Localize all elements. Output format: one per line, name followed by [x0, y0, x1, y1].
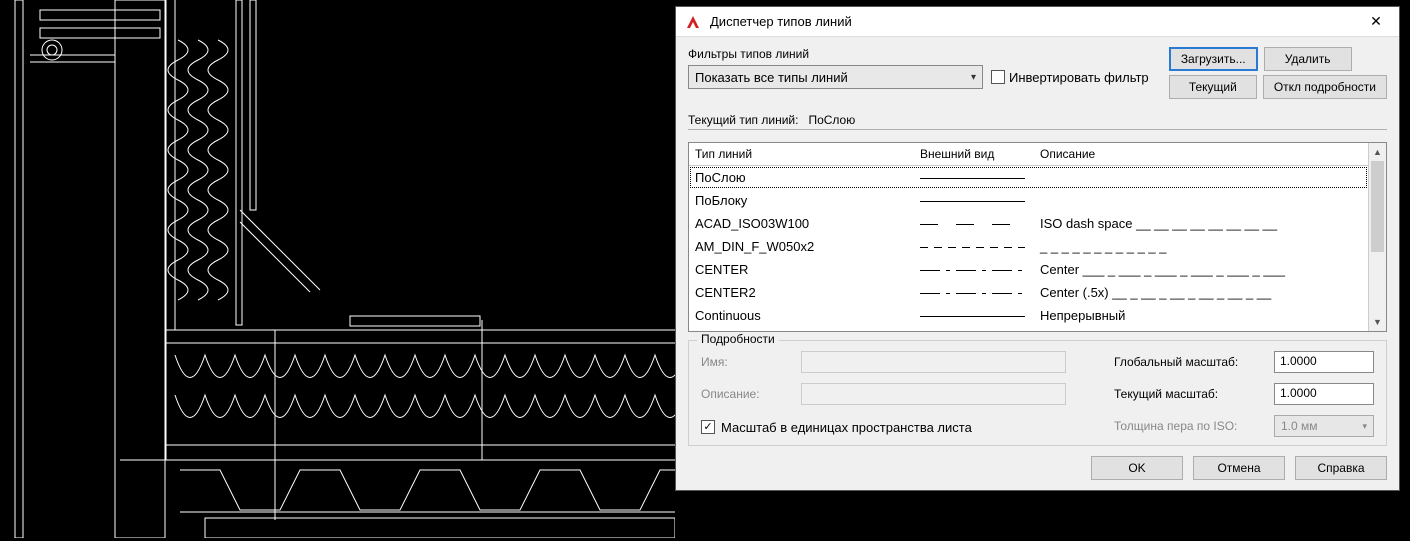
paperspace-label: Масштаб в единицах пространства листа [721, 420, 972, 435]
help-button[interactable]: Справка [1295, 456, 1387, 480]
description-input[interactable] [801, 383, 1066, 405]
paperspace-checkbox[interactable]: ✓ [701, 420, 715, 434]
linetype-name: AM_DIN_F_W050x2 [695, 239, 920, 254]
global-scale-label: Глобальный масштаб: [1114, 355, 1274, 369]
load-button[interactable]: Загрузить... [1169, 47, 1258, 71]
filter-combo-value: Показать все типы линий [695, 70, 848, 85]
current-scale-input[interactable]: 1.0000 [1274, 383, 1374, 405]
table-row[interactable]: ПоСлою [689, 166, 1368, 189]
ok-button[interactable]: OK [1091, 456, 1183, 480]
chevron-down-icon: ▾ [971, 72, 976, 83]
cad-drawing-background [0, 0, 675, 538]
invert-filter-label: Инвертировать фильтр [1009, 70, 1149, 85]
invert-filter-checkbox[interactable]: Инвертировать фильтр [991, 70, 1149, 85]
filter-group-label: Фильтры типов линий [688, 47, 1161, 61]
details-legend: Подробности [697, 332, 779, 346]
scroll-track[interactable] [1369, 161, 1386, 313]
linetype-appearance [920, 171, 1040, 185]
details-group: Подробности Имя: Глобальный масштаб: 1.0… [688, 340, 1387, 446]
filter-combobox[interactable]: Показать все типы линий ▾ [688, 65, 983, 89]
global-scale-input[interactable]: 1.0000 [1274, 351, 1374, 373]
linetype-appearance [920, 309, 1040, 323]
scroll-down-icon[interactable]: ▼ [1369, 313, 1386, 331]
close-button[interactable]: ✕ [1353, 7, 1399, 37]
table-row[interactable]: ACAD_ISO03W100 ISO dash space __ __ __ __… [689, 212, 1368, 235]
table-row[interactable]: CENTER Center ___ _ ___ _ ___ _ ___ _ ___… [689, 258, 1368, 281]
linetype-description: Непрерывный [1040, 308, 1362, 323]
current-linetype-row: Текущий тип линий: ПоСлою [688, 109, 1387, 130]
linetype-name: CENTER2 [695, 285, 920, 300]
linetype-appearance [920, 263, 1040, 277]
linetype-description: ISO dash space __ __ __ __ __ __ __ __ [1040, 216, 1362, 231]
linetype-name: ПоСлою [695, 170, 920, 185]
linetype-appearance [920, 194, 1040, 208]
linetype-table: Тип линий Внешний вид Описание ПоСлою ПоБ… [688, 142, 1387, 332]
current-scale-label: Текущий масштаб: [1114, 387, 1274, 401]
linetype-name: Continuous [695, 308, 920, 323]
table-body: ПоСлою ПоБлоку ACAD_ISO03W100 ISO dash spac… [689, 166, 1368, 327]
col-header-description[interactable]: Описание [1040, 147, 1362, 161]
current-linetype-value: ПоСлою [808, 113, 855, 127]
close-icon: ✕ [1370, 13, 1382, 30]
scroll-up-icon[interactable]: ▲ [1369, 143, 1386, 161]
pen-width-label: Толщина пера по ISO: [1114, 419, 1274, 433]
linetype-name: ACAD_ISO03W100 [695, 216, 920, 231]
current-linetype-label: Текущий тип линий: [688, 113, 798, 127]
scroll-thumb[interactable] [1371, 161, 1384, 252]
linetype-appearance [920, 286, 1040, 300]
name-label: Имя: [701, 355, 801, 369]
table-row[interactable]: AM_DIN_F_W050x2 _ _ _ _ _ _ _ _ _ _ _ _ [689, 235, 1368, 258]
linetype-description: _ _ _ _ _ _ _ _ _ _ _ _ [1040, 239, 1362, 254]
hide-details-button[interactable]: Откл подробности [1263, 75, 1387, 99]
table-header: Тип линий Внешний вид Описание [689, 143, 1368, 166]
linetype-manager-dialog: Диспетчер типов линий ✕ Фильтры типов ли… [675, 6, 1400, 491]
linetype-description: Center ___ _ ___ _ ___ _ ___ _ ___ _ ___ [1040, 262, 1362, 277]
autocad-logo-icon [684, 13, 702, 31]
name-input[interactable] [801, 351, 1066, 373]
table-row[interactable]: Continuous Непрерывный [689, 304, 1368, 327]
col-header-name[interactable]: Тип линий [695, 147, 920, 161]
pen-width-combo: 1.0 мм ▾ [1274, 415, 1374, 437]
linetype-appearance [920, 217, 1040, 231]
linetype-name: ПоБлоку [695, 193, 920, 208]
pen-width-value: 1.0 мм [1281, 419, 1318, 433]
titlebar: Диспетчер типов линий ✕ [676, 7, 1399, 37]
linetype-appearance [920, 240, 1040, 254]
checkbox-icon [991, 70, 1005, 84]
vertical-scrollbar[interactable]: ▲ ▼ [1368, 143, 1386, 331]
linetype-description: Center (.5x) __ _ __ _ __ _ __ _ __ _ __ [1040, 285, 1362, 300]
linetype-name: CENTER [695, 262, 920, 277]
table-row[interactable]: ПоБлоку [689, 189, 1368, 212]
table-row[interactable]: CENTER2 Center (.5x) __ _ __ _ __ _ __ _ … [689, 281, 1368, 304]
dialog-title: Диспетчер типов линий [710, 14, 852, 29]
chevron-down-icon: ▾ [1362, 421, 1367, 432]
description-label: Описание: [701, 387, 801, 401]
delete-button[interactable]: Удалить [1264, 47, 1352, 71]
cancel-button[interactable]: Отмена [1193, 456, 1285, 480]
set-current-button[interactable]: Текущий [1169, 75, 1257, 99]
col-header-appearance[interactable]: Внешний вид [920, 147, 1040, 161]
